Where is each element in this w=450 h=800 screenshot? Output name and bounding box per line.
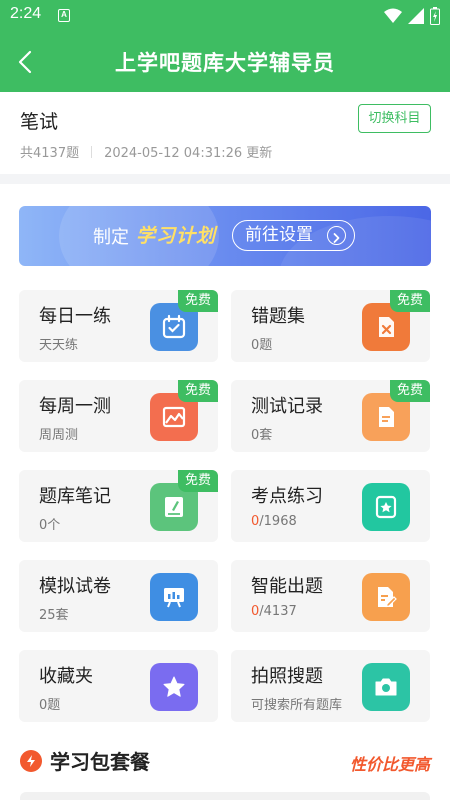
- status-bar: 2:24 A: [0, 0, 450, 32]
- card-label: 题库笔记: [39, 486, 111, 507]
- card-sub: 天天练: [39, 338, 79, 353]
- camera-icon: [362, 663, 410, 711]
- card-label: 拍照搜题: [251, 666, 323, 687]
- subject-header: 笔试 共4137题 2024-05-12 04:31:26 更新 切换科目: [0, 92, 450, 174]
- card-label: 测试记录: [251, 396, 323, 417]
- card-sub: 0题: [251, 338, 273, 353]
- card-favorites[interactable]: 收藏夹 0题: [19, 650, 218, 722]
- system-icons: [384, 7, 440, 25]
- card-sub: 0/1968: [251, 514, 297, 529]
- status-time: 2:24: [10, 5, 42, 22]
- study-package-section: 学习包套餐 性价比更高: [0, 744, 450, 800]
- app-bar: 上学吧题库大学辅导员: [0, 32, 450, 92]
- free-badge: 免费: [178, 470, 218, 492]
- package-card-peek: [20, 792, 430, 800]
- banner-plan-text: 学习计划: [136, 225, 217, 247]
- card-label: 每周一测: [39, 396, 111, 417]
- card-smart-questions[interactable]: 智能出题 0/4137: [231, 560, 430, 632]
- signal-icon: [408, 8, 424, 24]
- card-label: 每日一练: [39, 306, 111, 327]
- card-daily-practice[interactable]: 每日一练 天天练 免费: [19, 290, 218, 362]
- switch-subject-button[interactable]: 切换科目: [358, 104, 431, 133]
- card-key-points-practice[interactable]: 考点练习 0/1968: [231, 470, 430, 542]
- card-mock-exams[interactable]: 模拟试卷 25套: [19, 560, 218, 632]
- free-badge: 免费: [390, 290, 430, 312]
- update-time: 2024-05-12 04:31:26 更新: [104, 146, 273, 161]
- card-photo-search[interactable]: 拍照搜题 可搜索所有题库: [231, 650, 430, 722]
- presentation-icon: [150, 573, 198, 621]
- card-wrong-questions[interactable]: 错题集 0题 免费: [231, 290, 430, 362]
- card-sub: 可搜索所有题库: [251, 698, 343, 713]
- free-badge: 免费: [390, 380, 430, 402]
- card-question-notes[interactable]: 题库笔记 0个 免费: [19, 470, 218, 542]
- wifi-icon: [384, 8, 402, 23]
- go-settings-label: 前往设置: [245, 225, 313, 245]
- lightning-icon: [20, 750, 42, 772]
- card-label: 模拟试卷: [39, 576, 111, 597]
- card-label: 收藏夹: [39, 666, 93, 687]
- app-notification-icon: A: [58, 9, 70, 22]
- study-plan-banner[interactable]: 制定 学习计划 前往设置: [19, 206, 431, 266]
- card-sub: 周周测: [39, 428, 79, 443]
- free-badge: 免费: [178, 290, 218, 312]
- page-title: 上学吧题库大学辅导员: [115, 51, 335, 75]
- card-sub: 0题: [39, 698, 61, 713]
- section-title: 学习包套餐: [50, 750, 150, 774]
- card-test-records[interactable]: 测试记录 0套 免费: [231, 380, 430, 452]
- progress-total: /1968: [259, 514, 297, 529]
- card-label: 智能出题: [251, 576, 323, 597]
- star-card-icon: [362, 483, 410, 531]
- card-sub: 25套: [39, 608, 69, 623]
- card-sub: 0个: [39, 518, 61, 533]
- meta-divider: [91, 145, 93, 158]
- card-sub: 0套: [251, 428, 273, 443]
- free-badge: 免费: [178, 380, 218, 402]
- main-content: 制定 学习计划 前往设置 每日一练 天天练 免费 错题集 0题 免费 每周一测 …: [0, 184, 450, 800]
- star-icon: [150, 663, 198, 711]
- card-sub: 0/4137: [251, 604, 297, 619]
- doc-edit-icon: [362, 573, 410, 621]
- subject-meta: 共4137题 2024-05-12 04:31:26 更新: [20, 142, 272, 161]
- battery-icon: [430, 7, 440, 25]
- banner-lead-text: 制定: [93, 227, 129, 248]
- progress-total: /4137: [259, 604, 297, 619]
- value-tag: 性价比更高: [349, 755, 430, 774]
- card-weekly-test[interactable]: 每周一测 周周测 免费: [19, 380, 218, 452]
- card-label: 错题集: [251, 306, 305, 327]
- card-label: 考点练习: [251, 486, 323, 507]
- subject-name: 笔试: [20, 111, 59, 133]
- chevron-right-icon: [327, 226, 346, 245]
- go-settings-button[interactable]: 前往设置: [232, 220, 355, 251]
- question-count: 共4137题: [20, 146, 80, 161]
